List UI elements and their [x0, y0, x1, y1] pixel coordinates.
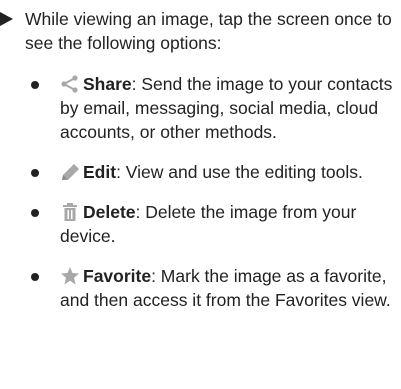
option-share: Share: Send the image to your contacts b… [0, 72, 395, 144]
option-term: Favorite [83, 266, 152, 286]
bullet-icon [31, 273, 39, 281]
options-list: Share: Send the image to your contacts b… [0, 72, 395, 328]
star-icon [60, 267, 80, 285]
option-favorite: Favorite: Mark the image as a favorite, … [0, 264, 395, 312]
option-description: : View and use the editing tools. [116, 162, 363, 182]
option-term: Edit [83, 162, 117, 182]
bullet-icon [31, 209, 39, 217]
right-triangle-icon [0, 12, 13, 26]
option-term: Delete [83, 202, 136, 222]
pencil-icon [60, 163, 80, 181]
intro-text: While viewing an image, tap the screen o… [25, 9, 392, 53]
bullet-icon [31, 81, 39, 89]
trash-icon [60, 203, 80, 221]
intro-paragraph: While viewing an image, tap the screen o… [0, 7, 395, 55]
bullet-icon [31, 169, 39, 177]
option-term: Share [83, 74, 132, 94]
share-icon [60, 75, 80, 93]
option-delete: Delete: Delete the image from your devic… [0, 200, 395, 248]
option-edit: Edit: View and use the editing tools. [0, 160, 395, 184]
